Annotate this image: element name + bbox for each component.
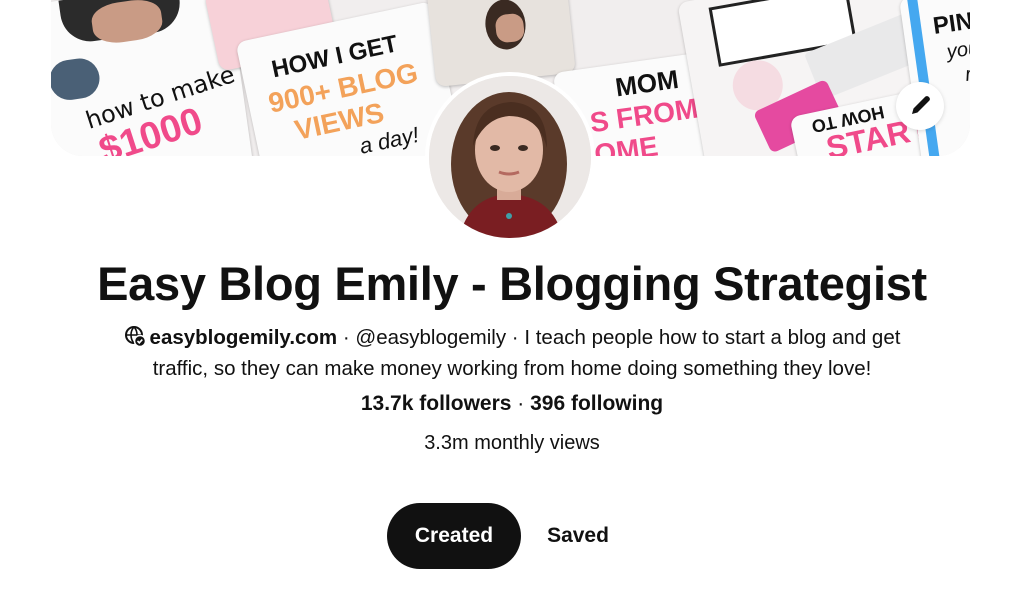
bio-text-line2: traffic, so they can make money working … bbox=[152, 357, 872, 380]
bio-separator: · bbox=[506, 326, 525, 349]
tab-saved[interactable]: Saved bbox=[530, 503, 626, 569]
profile-name: Easy Blog Emily - Blogging Strategist bbox=[97, 257, 927, 310]
monthly-views: 3.3m monthly views bbox=[424, 432, 600, 454]
avatar[interactable] bbox=[425, 72, 595, 242]
bio-text-line1: I teach people how to start a blog and g… bbox=[524, 326, 901, 349]
bio-separator: · bbox=[337, 326, 356, 349]
following-count[interactable]: 396 following bbox=[530, 392, 663, 415]
stats-separator: · bbox=[511, 392, 531, 415]
globe-verified-icon bbox=[124, 325, 146, 355]
profile-handle: @easyblogemily bbox=[355, 326, 507, 349]
followers-count[interactable]: 13.7k followers bbox=[361, 392, 512, 415]
tab-created[interactable]: Created bbox=[387, 503, 521, 569]
avatar-photo bbox=[429, 76, 591, 238]
profile-bio: easyblogemily.com · @easyblogemily · I t… bbox=[62, 324, 962, 383]
pencil-icon bbox=[912, 96, 930, 114]
cover-pin-text: PINT bbox=[931, 5, 970, 40]
cover-pin-text: ne bbox=[963, 61, 970, 86]
website-link[interactable]: easyblogemily.com bbox=[150, 326, 338, 349]
follow-stats: 13.7k followers · 396 following bbox=[0, 392, 1024, 416]
cover-pin-text: you d bbox=[945, 35, 970, 64]
edit-cover-button[interactable] bbox=[896, 82, 944, 130]
profile-page: how to make $1000 HOW I GET 900+ BLOG VI… bbox=[0, 0, 1024, 594]
avatar-portrait bbox=[429, 76, 591, 238]
